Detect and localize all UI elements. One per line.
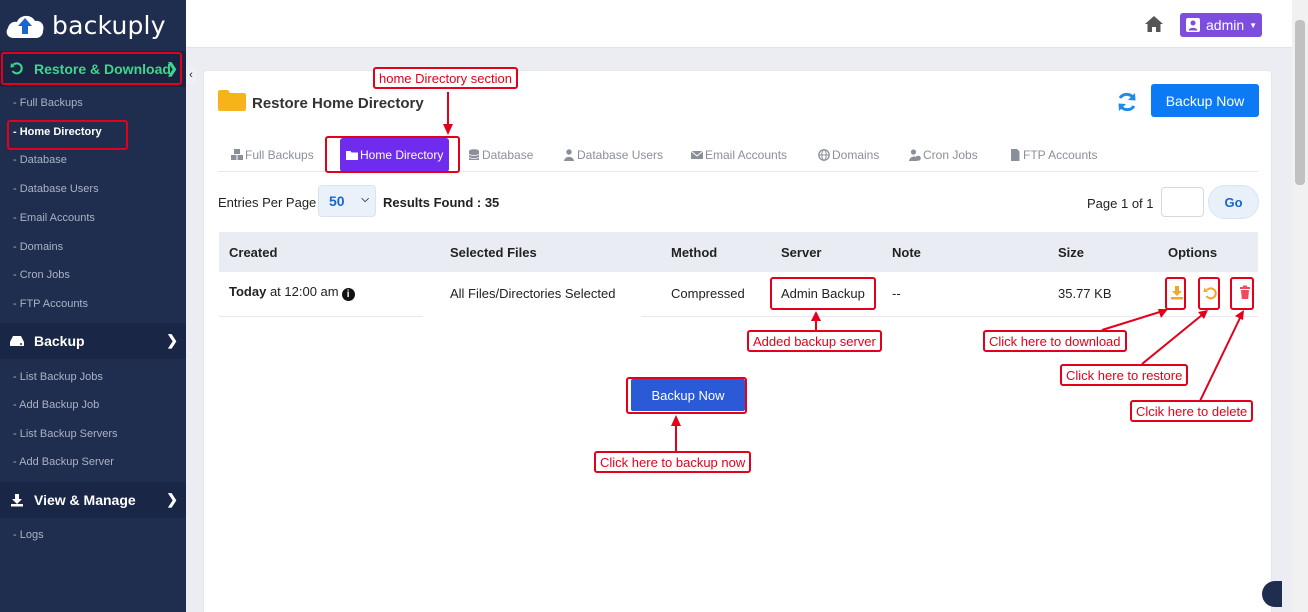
annotation-box-download	[1165, 277, 1186, 310]
arrow-restore	[1141, 314, 1203, 365]
arrow-head	[671, 415, 681, 426]
annotation-click-restore: Click here to restore	[1060, 364, 1189, 386]
annotation-click-delete: Clcik here to delete	[1130, 400, 1254, 422]
annotation-box-delete	[1230, 277, 1254, 310]
arrow-head	[811, 311, 821, 321]
annotation-box-home-directory	[7, 120, 128, 150]
annotation-click-download: Click here to download	[983, 330, 1127, 352]
annotation-added-backup-server: Added backup server	[747, 330, 882, 352]
arrow-delete	[1199, 317, 1241, 402]
annotation-box-backup-now	[626, 377, 747, 414]
annotation-box-restore	[1198, 277, 1220, 310]
annotation-box-home-tab	[325, 136, 460, 173]
arrow-head	[443, 124, 453, 135]
arrow-download	[1101, 310, 1164, 331]
annotation-home-directory-section: home Directory section	[373, 67, 518, 89]
annotation-click-backup-now: Click here to backup now	[594, 451, 752, 473]
annotation-box-server	[770, 277, 876, 310]
arrow-head	[1158, 309, 1168, 318]
annotation-box-restore-section	[1, 52, 182, 85]
annotation-arrows	[443, 92, 1244, 451]
